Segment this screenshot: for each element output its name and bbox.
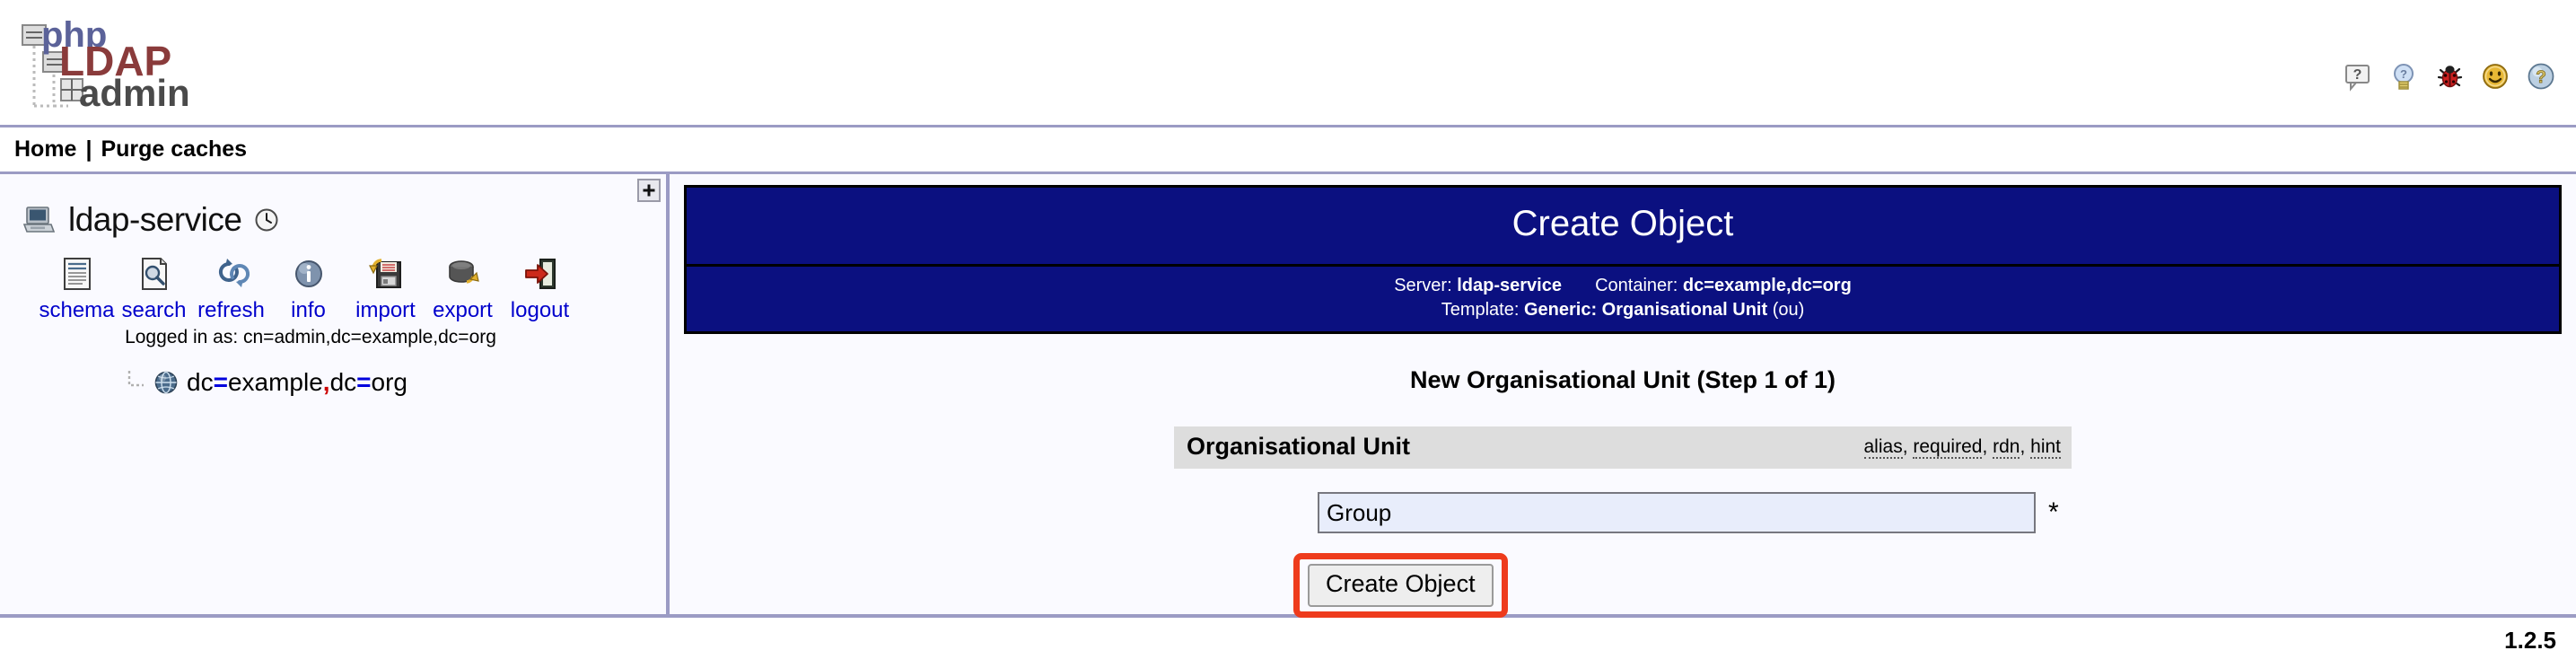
form-section-label: Organisational Unit xyxy=(1187,433,1411,460)
header-icon-bar: ? ? ? xyxy=(2343,61,2556,92)
container-label: Container: xyxy=(1595,276,1678,295)
create-object-panel: Create Object Server: ldap-service Conta… xyxy=(684,185,2562,334)
toolbar-item-refresh[interactable]: refresh xyxy=(193,255,270,323)
link-alias[interactable]: alias xyxy=(1863,435,1903,459)
link-required[interactable]: required xyxy=(1913,435,1983,459)
links-sep-1: , xyxy=(1902,435,1914,457)
create-object-form: Organisational Unit alias, required, rdn… xyxy=(1174,426,2072,618)
page-header: php LDAP admin ? ? ? xyxy=(0,0,2576,127)
toolbar-item-schema[interactable]: schema xyxy=(39,255,116,323)
refresh-arrows-icon xyxy=(218,259,250,287)
content-columns: ldap-service schema search refresh info … xyxy=(0,174,2576,618)
toolbar-label-export: export xyxy=(433,298,493,322)
search-document-icon xyxy=(141,258,167,290)
ou-field-row: * xyxy=(1174,492,2072,533)
plus-icon xyxy=(643,184,655,197)
version-label: 1.2.5 xyxy=(2504,626,2556,654)
toolbar-label-search: search xyxy=(121,298,187,322)
breadcrumb-purge-caches-link[interactable]: Purge caches xyxy=(101,136,247,163)
svg-text:?: ? xyxy=(2536,68,2546,87)
links-sep-3: , xyxy=(2020,435,2031,457)
schema-document-icon xyxy=(63,258,91,290)
toolbar-label-import: import xyxy=(355,298,416,322)
sidebar: ldap-service schema search refresh info … xyxy=(0,174,670,618)
toolbar-label-refresh: refresh xyxy=(197,298,265,322)
logout-door-icon xyxy=(524,259,556,289)
server-name-label: ldap-service xyxy=(68,201,242,238)
toolbar-item-export[interactable]: export xyxy=(425,255,502,323)
page-title: Create Object xyxy=(687,188,2559,267)
organisational-unit-input[interactable] xyxy=(1318,492,2036,533)
breadcrumb: Home | Purge caches xyxy=(0,127,2576,174)
link-rdn[interactable]: rdn xyxy=(1993,435,2020,459)
create-object-button[interactable]: Create Object xyxy=(1308,564,1494,607)
page-footer: 1.2.5 xyxy=(0,618,2576,663)
svg-text:admin: admin xyxy=(79,72,190,113)
ldap-tree: dc=example,dc=org xyxy=(0,368,666,397)
globe-icon xyxy=(154,371,178,394)
toolbar-item-logout[interactable]: logout xyxy=(502,255,579,323)
svg-text:?: ? xyxy=(2353,67,2362,83)
breadcrumb-separator: | xyxy=(85,136,92,162)
toolbar-item-info[interactable]: info xyxy=(270,255,347,323)
question-bubble-icon[interactable]: ? xyxy=(2343,61,2373,92)
svg-text:?: ? xyxy=(2400,67,2407,81)
toolbar-item-import[interactable]: import xyxy=(347,255,425,323)
import-floppy-icon xyxy=(368,259,401,288)
tree-elbow-icon xyxy=(127,371,144,387)
bug-report-icon[interactable] xyxy=(2434,61,2465,92)
form-section-header: Organisational Unit alias, required, rdn… xyxy=(1174,426,2072,469)
template-suffix: (ou) xyxy=(1772,300,1805,320)
link-hint[interactable]: hint xyxy=(2030,435,2061,459)
toolbar-label-logout: logout xyxy=(510,298,570,322)
clock-icon[interactable] xyxy=(254,207,279,233)
step-title: New Organisational Unit (Step 1 of 1) xyxy=(1409,366,1836,393)
toolbar-label-schema: schema xyxy=(39,298,115,322)
tree-item-dc-example-dc-org[interactable]: dc=example,dc=org xyxy=(126,368,666,397)
panel-subtitle: Server: ldap-service Container: dc=examp… xyxy=(687,267,2559,331)
sidebar-toolbar: schema search refresh info import export… xyxy=(0,255,666,323)
toolbar-label-info: info xyxy=(291,298,326,322)
main-panel: Create Object Server: ldap-service Conta… xyxy=(670,174,2576,618)
required-marker: * xyxy=(2048,497,2059,527)
server-computer-icon xyxy=(22,207,56,233)
phpldapadmin-logo[interactable]: php LDAP admin xyxy=(18,13,224,113)
form-help-links: alias, required, rdn, hint xyxy=(1863,435,2061,459)
template-value: Generic: Organisational Unit xyxy=(1523,300,1768,320)
server-title-row: ldap-service xyxy=(0,174,666,239)
server-value: ldap-service xyxy=(1457,276,1562,295)
submit-row: Create Object xyxy=(1174,553,2072,618)
breadcrumb-home-link[interactable]: Home xyxy=(14,136,76,163)
lightbulb-hint-icon[interactable]: ? xyxy=(2388,61,2419,92)
info-circle-icon xyxy=(294,260,322,287)
export-database-icon xyxy=(448,260,479,284)
logged-in-as-text: Logged in as: cn=admin,dc=example,dc=org xyxy=(125,327,496,347)
template-label: Template: xyxy=(1441,300,1520,320)
container-value: dc=example,dc=org xyxy=(1682,276,1852,295)
tree-item-label: dc=example,dc=org xyxy=(187,368,407,396)
smiley-icon[interactable] xyxy=(2480,61,2510,92)
panel-subtitle-line-2: Template: Generic: Organisational Unit (… xyxy=(687,298,2559,322)
sidebar-expand-button[interactable] xyxy=(637,179,661,202)
help-orb-icon[interactable]: ? xyxy=(2526,61,2556,92)
links-sep-2: , xyxy=(1982,435,1993,457)
toolbar-item-search[interactable]: search xyxy=(116,255,193,323)
highlight-annotation: Create Object xyxy=(1293,553,1508,618)
panel-subtitle-line-1: Server: ldap-service Container: dc=examp… xyxy=(687,274,2559,298)
server-label: Server: xyxy=(1394,276,1452,295)
